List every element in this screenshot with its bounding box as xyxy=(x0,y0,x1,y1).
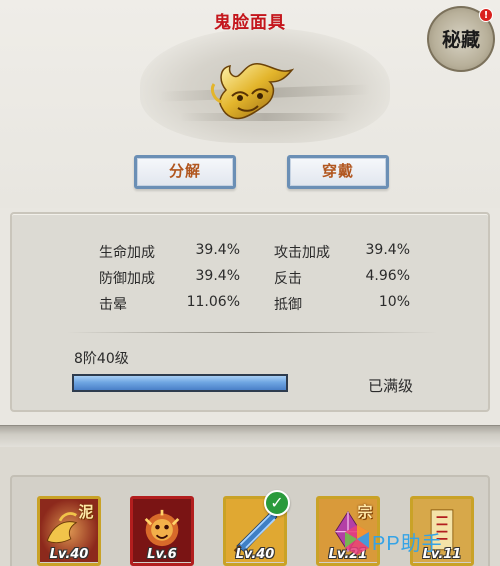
stat-name-defense: 防御加成 xyxy=(99,271,155,287)
wear-button[interactable]: 穿戴 xyxy=(287,155,389,189)
stat-value-counter: 4.96% xyxy=(365,268,410,284)
slot-level: Lv.40 xyxy=(49,547,89,562)
equipped-check-icon: ✓ xyxy=(264,490,290,516)
slot-level: Lv.40 xyxy=(235,547,275,562)
stat-row: 生命加成 39.4% 攻击加成 39.4% xyxy=(12,242,492,264)
stat-row: 击晕 11.06% 抵御 10% xyxy=(12,294,492,316)
decompose-button[interactable]: 分解 xyxy=(134,155,236,189)
golden-mask-icon xyxy=(210,63,294,120)
stat-name-hp: 生命加成 xyxy=(99,245,155,261)
stat-name-resist: 抵御 xyxy=(274,297,302,313)
max-level-status: 已满级 xyxy=(368,377,414,395)
pp-logo-icon xyxy=(345,525,369,555)
stats-panel: 生命加成 39.4% 攻击加成 39.4% 防御加成 39.4% 反击 4.96… xyxy=(10,212,490,412)
slot-level: Lv.6 xyxy=(147,547,177,562)
inventory-slot[interactable]: 泥 Lv.40 xyxy=(37,496,101,566)
slot-tag: 宗 xyxy=(357,503,373,521)
watermark-text: PP助手 xyxy=(372,533,443,555)
stat-row: 防御加成 39.4% 反击 4.96% xyxy=(12,268,492,290)
level-progress-bar xyxy=(72,374,288,392)
item-title: 鬼脸面具 xyxy=(214,13,286,33)
alert-dot-icon: ! xyxy=(479,8,493,22)
stat-name-attack: 攻击加成 xyxy=(274,245,330,261)
stat-value-attack: 39.4% xyxy=(365,242,410,258)
stat-value-stun: 11.06% xyxy=(186,294,240,310)
stat-name-counter: 反击 xyxy=(274,271,302,287)
section-divider xyxy=(0,425,500,447)
secret-collection-label: 秘藏 xyxy=(441,29,480,51)
level-progress-fill xyxy=(74,376,286,390)
inventory-slot[interactable]: Lv.6 xyxy=(130,496,194,566)
divider-line xyxy=(67,332,437,333)
stat-value-resist: 10% xyxy=(378,294,410,310)
stat-value-hp: 39.4% xyxy=(195,242,240,258)
slot-tag: 泥 xyxy=(78,503,94,521)
secret-collection-badge[interactable]: 秘藏 ! xyxy=(427,6,495,72)
stat-name-stun: 击晕 xyxy=(99,297,127,313)
stat-value-defense: 39.4% xyxy=(195,268,240,284)
watermark: PP助手 xyxy=(338,521,498,561)
level-label: 8阶40级 xyxy=(74,351,129,367)
